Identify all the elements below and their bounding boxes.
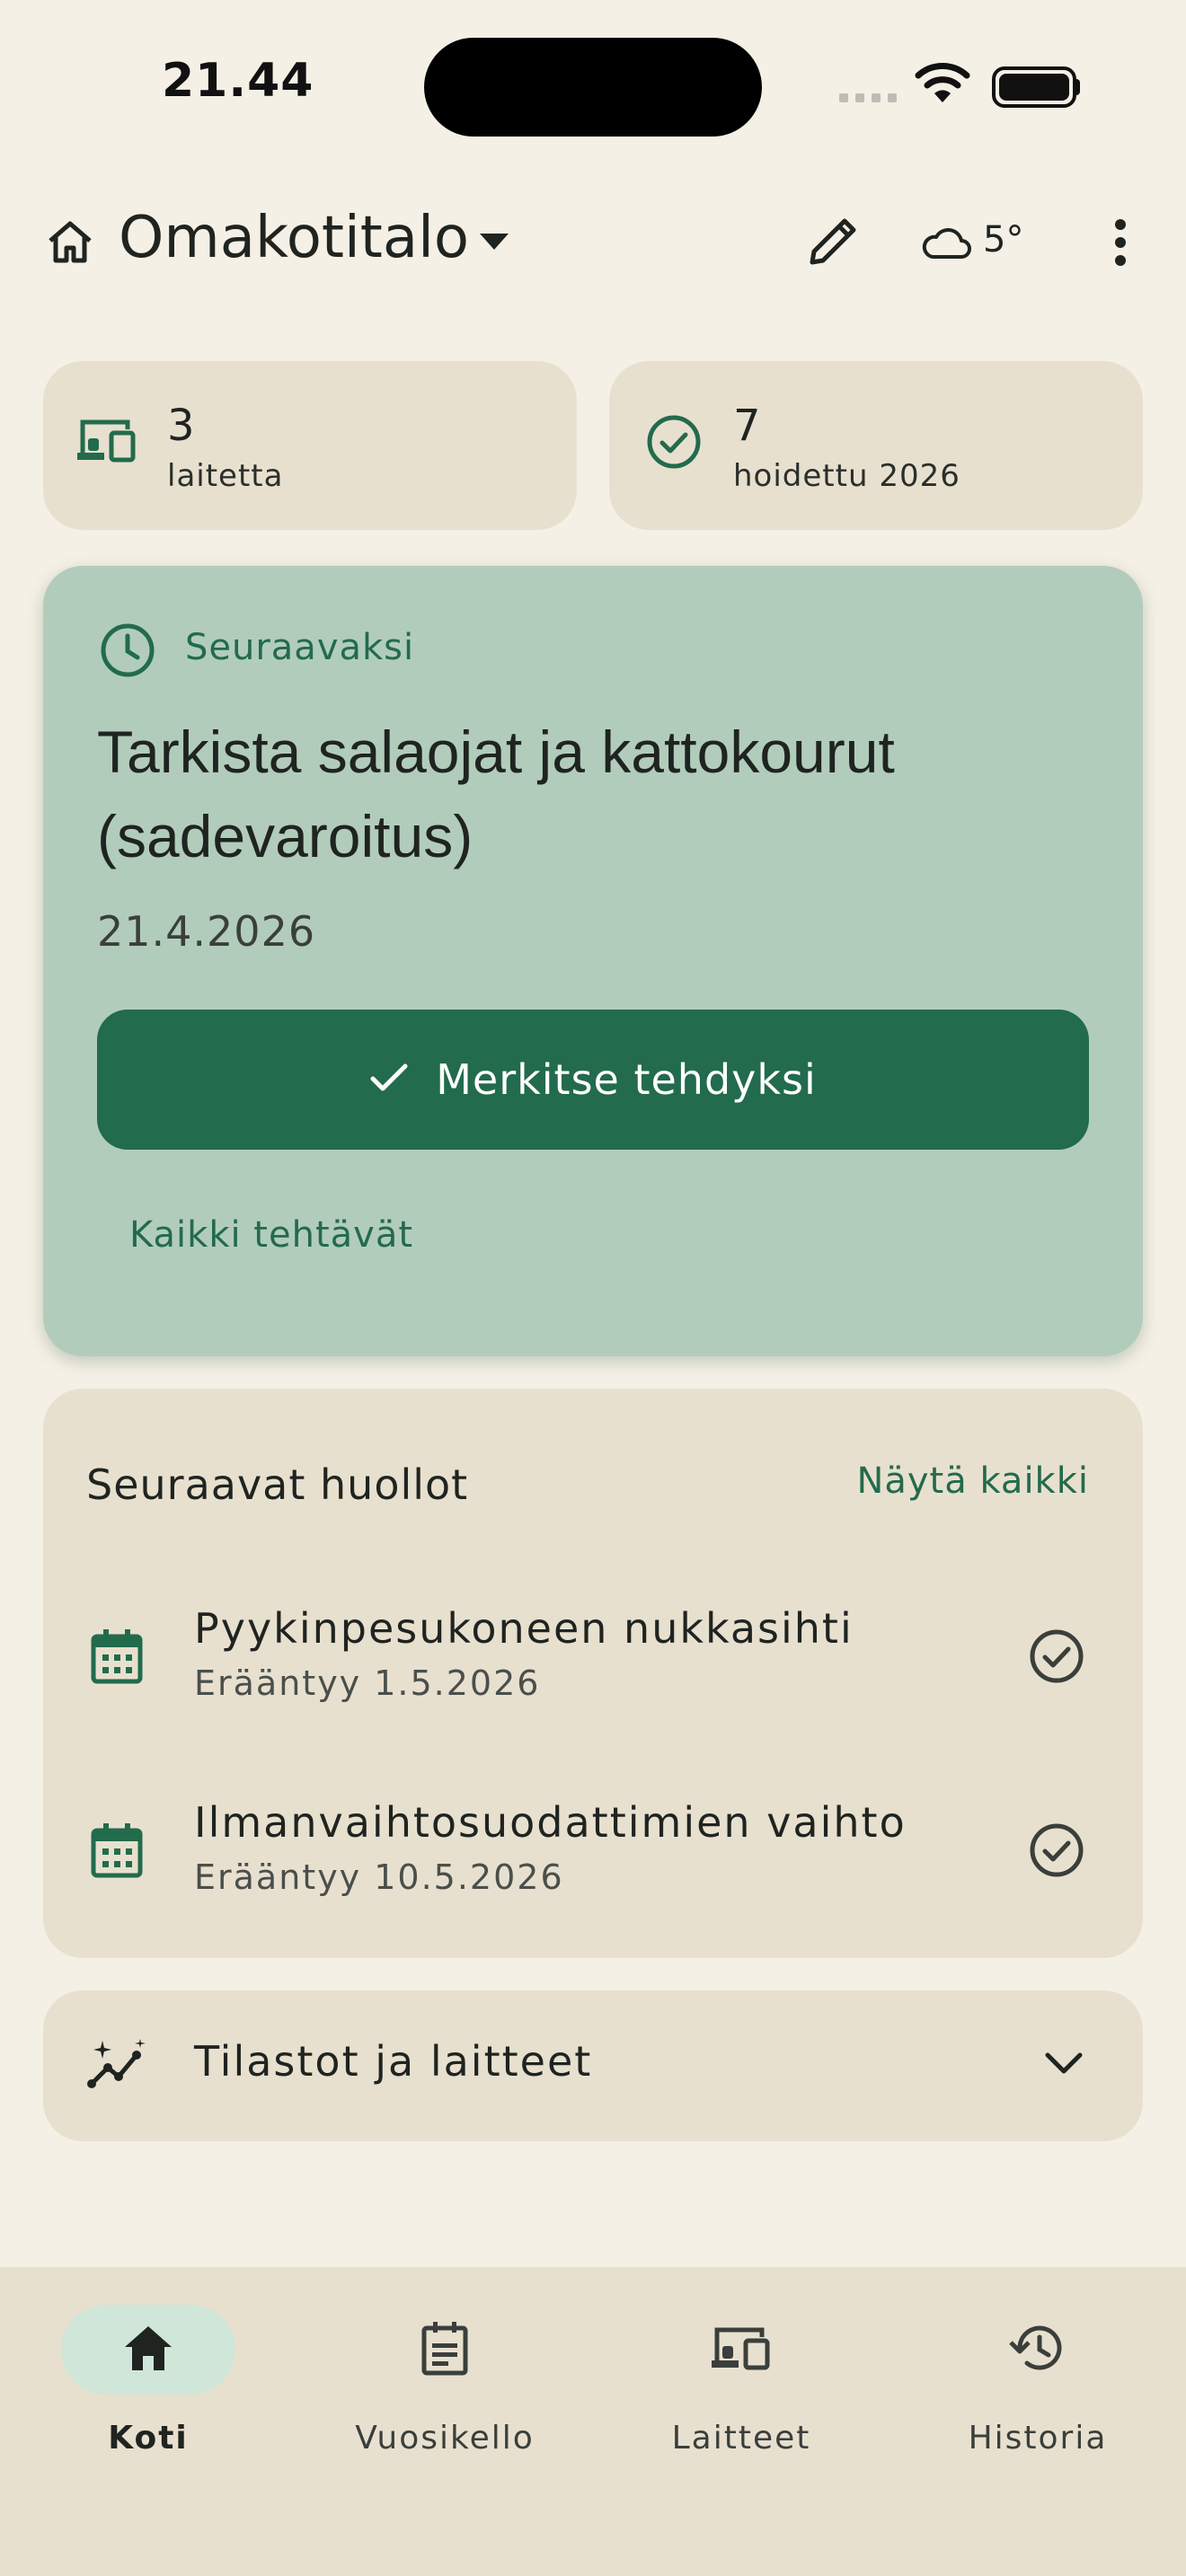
calendar-icon xyxy=(90,1822,144,1883)
list-item[interactable]: Ilmanvaihtosuodattimien vaihto Erääntyy … xyxy=(43,1771,1143,1951)
item-title: Pyykinpesukoneen nukkasihti xyxy=(194,1604,854,1653)
nav-item-year-wheel[interactable]: Vuosikello xyxy=(296,2267,593,2457)
item-due-date: Erääntyy 1.5.2026 xyxy=(194,1663,541,1703)
bottom-navigation: Koti Vuosikello Laitteet Historia xyxy=(0,2267,1186,2576)
nav-item-history[interactable]: Historia xyxy=(890,2267,1186,2457)
status-time: 21.44 xyxy=(162,54,314,108)
dropdown-caret-icon[interactable] xyxy=(480,234,509,250)
nav-pill xyxy=(358,2305,532,2395)
nav-item-devices[interactable]: Laitteet xyxy=(593,2267,890,2457)
wifi-icon xyxy=(915,61,970,110)
clock-icon xyxy=(99,622,156,683)
more-vert-icon[interactable] xyxy=(1111,219,1130,269)
cellular-signal-icon xyxy=(839,93,897,102)
stats-devices-label: Tilastot ja laitteet xyxy=(194,2037,593,2086)
nav-label: Koti xyxy=(108,2420,189,2457)
nav-item-home[interactable]: Koti xyxy=(0,2267,296,2457)
calendar-notes-icon xyxy=(420,2320,470,2379)
property-title[interactable]: Omakotitalo xyxy=(119,205,469,271)
home-outline-icon[interactable] xyxy=(45,219,95,269)
weather-temperature[interactable]: 5° xyxy=(983,219,1023,260)
stat-value: 3 xyxy=(167,401,195,451)
all-tasks-link[interactable]: Kaikki tehtävät xyxy=(129,1214,413,1256)
check-circle-icon[interactable] xyxy=(1028,1822,1085,1883)
cloud-icon xyxy=(920,223,972,264)
item-due-date: Erääntyy 10.5.2026 xyxy=(194,1857,564,1897)
nav-pill xyxy=(654,2305,828,2395)
dynamic-island xyxy=(424,38,762,137)
show-all-link[interactable]: Näytä kaikki xyxy=(856,1460,1089,1502)
battery-cap xyxy=(1075,79,1080,95)
next-task-label: Seuraavaksi xyxy=(185,627,415,668)
nav-label: Historia xyxy=(968,2420,1108,2457)
check-circle-icon[interactable] xyxy=(1028,1628,1085,1689)
stat-label: laitetta xyxy=(167,458,284,494)
check-icon xyxy=(369,1055,409,1104)
upcoming-maintenance-card: Seuraavat huollot Näytä kaikki Pyykinpes… xyxy=(43,1389,1143,1958)
mark-done-button[interactable]: Merkitse tehdyksi xyxy=(97,1010,1089,1150)
next-task-title: Tarkista salaojat ja kattokourut (sadeva… xyxy=(97,719,895,869)
stat-label: hoidettu 2026 xyxy=(733,458,960,494)
battery-icon xyxy=(992,66,1076,108)
chevron-down-icon[interactable] xyxy=(1042,2048,1085,2080)
item-title: Ilmanvaihtosuodattimien vaihto xyxy=(194,1798,907,1847)
history-icon xyxy=(1009,2321,1067,2378)
next-task-card: Seuraavaksi Tarkista salaojat ja kattoko… xyxy=(43,566,1143,1356)
list-item[interactable]: Pyykinpesukoneen nukkasihti Erääntyy 1.5… xyxy=(43,1577,1143,1757)
nav-label: Vuosikello xyxy=(355,2420,535,2457)
devices-icon xyxy=(75,415,138,469)
check-circle-icon xyxy=(645,413,703,474)
upcoming-title: Seuraavat huollot xyxy=(86,1460,469,1509)
stat-card-done[interactable]: 7 hoidettu 2026 xyxy=(609,361,1143,530)
home-icon xyxy=(122,2324,174,2376)
mark-done-label: Merkitse tehdyksi xyxy=(436,1055,817,1104)
stats-devices-expander[interactable]: Tilastot ja laitteet xyxy=(43,1990,1143,2141)
nav-label: Laitteet xyxy=(671,2420,811,2457)
next-task-date: 21.4.2026 xyxy=(97,907,316,956)
stat-card-devices[interactable]: 3 laitetta xyxy=(43,361,577,530)
stat-value: 7 xyxy=(733,401,761,451)
insights-icon xyxy=(86,2037,151,2095)
devices-icon xyxy=(710,2323,773,2377)
calendar-icon xyxy=(90,1628,144,1689)
edit-icon[interactable] xyxy=(805,212,863,273)
nav-pill xyxy=(951,2305,1125,2395)
nav-active-indicator xyxy=(61,2305,235,2395)
